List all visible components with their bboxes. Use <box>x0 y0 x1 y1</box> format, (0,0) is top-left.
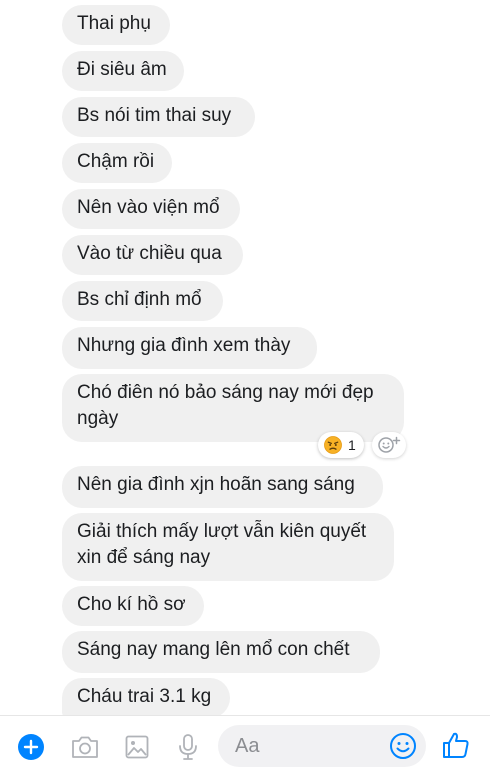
message-bubble[interactable]: Bs chỉ định mổ <box>62 281 223 321</box>
plus-button[interactable] <box>17 733 45 761</box>
message-bubble[interactable]: Nên gia đình xjn hoãn sang sáng <box>62 466 383 508</box>
message-bubble[interactable]: Vào từ chiều qua <box>62 235 243 275</box>
message-bubble[interactable]: Nên vào viện mổ <box>62 189 240 229</box>
emoji-icon <box>389 732 417 760</box>
emoji-button[interactable] <box>389 732 417 760</box>
camera-icon <box>70 734 100 760</box>
message-bubble[interactable]: Thai phụ <box>62 5 170 45</box>
add-reaction-icon <box>377 436 401 454</box>
message-bubble[interactable]: Chậm rồi <box>62 143 172 183</box>
gallery-button[interactable] <box>123 733 151 761</box>
message-bubble[interactable]: Sáng nay mang lên mổ con chết <box>62 631 380 673</box>
image-icon <box>124 734 150 760</box>
message-bubble[interactable]: Bs nói tim thai suy <box>62 97 255 137</box>
camera-button[interactable] <box>70 733 100 761</box>
message-bubble[interactable]: Giải thích mấy lượt vẫn kiên quyết xin đ… <box>62 513 394 581</box>
message-input-placeholder: Aa <box>235 734 260 757</box>
microphone-icon <box>176 733 200 761</box>
like-button[interactable] <box>441 730 471 760</box>
reaction-count: 1 <box>348 437 356 453</box>
add-reaction-button[interactable] <box>371 432 406 458</box>
plus-icon <box>17 733 45 761</box>
reaction-row: 1 <box>318 431 406 459</box>
thumbs-up-icon <box>441 730 471 760</box>
angry-face-icon <box>324 436 342 454</box>
voice-button[interactable] <box>174 733 202 761</box>
message-thread: Thai phụ Đi siêu âm Bs nói tim thai suy … <box>0 0 490 715</box>
reaction-pill[interactable]: 1 <box>318 432 364 458</box>
message-composer: Aa <box>0 715 490 776</box>
message-bubble[interactable]: Cho kí hồ sơ <box>62 586 204 626</box>
message-bubble[interactable]: Cháu trai 3.1 kg <box>62 678 230 715</box>
message-bubble[interactable]: Nhưng gia đình xem thày <box>62 327 317 369</box>
message-bubble[interactable]: Đi siêu âm <box>62 51 184 91</box>
